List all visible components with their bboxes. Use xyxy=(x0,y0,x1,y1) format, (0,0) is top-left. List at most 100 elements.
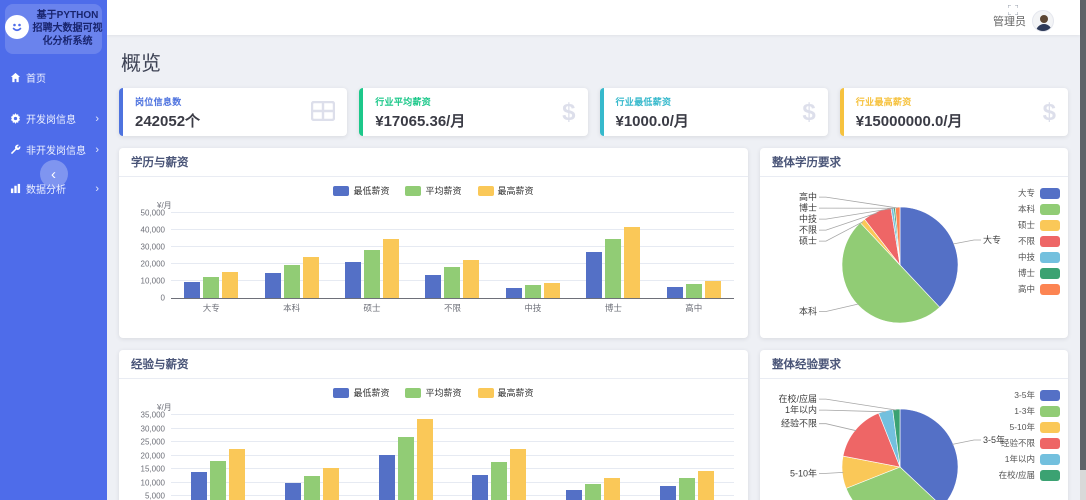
bar[interactable] xyxy=(398,437,414,500)
legend-item[interactable]: 大专 xyxy=(1018,187,1060,199)
legend-item[interactable]: 平均薪资 xyxy=(405,184,461,197)
bar[interactable] xyxy=(303,257,319,298)
legend-item[interactable]: 1-3年 xyxy=(1014,405,1060,417)
gear-icon xyxy=(8,113,22,125)
legend-item[interactable]: 硕士 xyxy=(1018,219,1060,231)
legend-item[interactable]: 平均薪资 xyxy=(405,386,461,399)
bar[interactable] xyxy=(698,471,714,500)
sidebar-item-label: 非开发岗信息 xyxy=(26,142,95,157)
bar[interactable] xyxy=(304,476,320,500)
sidebar-item-dev-jobs[interactable]: 开发岗信息 › xyxy=(0,103,107,134)
pie-label: 不限 xyxy=(799,225,817,235)
smiley-logo-icon xyxy=(5,15,29,39)
bar-group xyxy=(265,415,359,500)
legend-item[interactable]: 博士 xyxy=(1018,267,1060,279)
bar[interactable] xyxy=(222,272,238,298)
bar[interactable] xyxy=(667,287,683,298)
legend-item[interactable]: 最低薪资 xyxy=(333,184,389,197)
pie-label: 在校/应届 xyxy=(778,393,817,404)
legend-item[interactable]: 在校/应届 xyxy=(999,469,1060,481)
legend-item[interactable]: 不限 xyxy=(1018,235,1060,247)
bar[interactable] xyxy=(364,250,380,298)
legend-item[interactable]: 本科 xyxy=(1018,203,1060,215)
legend-item[interactable]: 最高薪资 xyxy=(478,386,534,399)
bar[interactable] xyxy=(604,478,620,500)
bar[interactable] xyxy=(686,284,702,298)
x-tick-label: 中技 xyxy=(493,302,573,314)
bar[interactable] xyxy=(229,449,245,500)
stat-card-label: 行业最低薪资 xyxy=(616,95,689,108)
bar-group xyxy=(251,213,331,298)
bar[interactable] xyxy=(284,265,300,298)
bar-group xyxy=(654,213,734,298)
bar-chart-icon xyxy=(8,183,22,195)
bar[interactable] xyxy=(624,227,640,298)
bar[interactable] xyxy=(184,282,200,298)
pie-label: 大专 xyxy=(983,234,1001,245)
legend-item[interactable]: 经验不限 xyxy=(1001,437,1060,449)
bar[interactable] xyxy=(566,490,582,500)
legend-item[interactable]: 3-5年 xyxy=(1014,389,1060,401)
bar[interactable] xyxy=(491,462,507,500)
stat-card-avg-salary: 行业平均薪资 ¥17065.36/月 $ xyxy=(359,88,587,136)
panel-title: 整体学历要求 xyxy=(760,148,1068,177)
scrollbar-thumb[interactable] xyxy=(1080,0,1086,470)
bar[interactable] xyxy=(585,484,601,500)
bar[interactable] xyxy=(383,239,399,299)
top-header: 管理员 xyxy=(107,0,1080,35)
user-menu[interactable]: 管理员 xyxy=(993,10,1054,32)
bar-group xyxy=(452,415,546,500)
x-tick-label: 硕士 xyxy=(332,302,412,314)
bar[interactable] xyxy=(679,478,695,500)
plot-area: 05,00010,00015,00020,00025,00030,00035,0… xyxy=(171,415,734,500)
app-logo: 基于PYTHON招聘大数据可视化分析系统 xyxy=(5,4,102,54)
bar[interactable] xyxy=(444,267,460,298)
bar[interactable] xyxy=(323,468,339,500)
bar[interactable] xyxy=(586,252,602,298)
bar[interactable] xyxy=(210,461,226,500)
bar[interactable] xyxy=(605,239,621,299)
legend-item[interactable]: 1年以内 xyxy=(1005,453,1060,465)
bar[interactable] xyxy=(660,486,676,500)
bar[interactable] xyxy=(379,455,395,500)
bar[interactable] xyxy=(525,285,541,298)
y-tick-label: 30,000 xyxy=(125,243,165,252)
bar[interactable] xyxy=(506,288,522,298)
panel-education-salary: 学历与薪资 最低薪资平均薪资最高薪资¥/月010,00020,00030,000… xyxy=(119,148,748,338)
legend-item[interactable]: 最高薪资 xyxy=(478,184,534,197)
legend-item[interactable]: 高中 xyxy=(1018,283,1060,295)
y-tick-label: 50,000 xyxy=(125,209,165,218)
bar[interactable] xyxy=(705,281,721,298)
bar-group xyxy=(493,213,573,298)
pie-chart-education: 大专本科硕士不限中技博士高中大专本科硕士不限中技博士高中 xyxy=(760,177,1068,338)
bar[interactable] xyxy=(191,472,207,500)
bar[interactable] xyxy=(463,260,479,298)
wrench-icon xyxy=(8,144,22,156)
bar[interactable] xyxy=(510,449,526,500)
bar-group xyxy=(171,213,251,298)
x-axis-labels: 大专本科硕士不限中技博士高中 xyxy=(171,302,734,314)
stat-cards-row: 岗位信息数 242052个 行业平均薪资 ¥17065.36/月 $ 行业最低薪… xyxy=(119,88,1068,136)
bar[interactable] xyxy=(285,483,301,500)
fullscreen-icon[interactable] xyxy=(1008,2,1018,20)
y-tick-label: 10,000 xyxy=(125,277,165,286)
legend-item[interactable]: 中技 xyxy=(1018,251,1060,263)
legend-item[interactable]: 最低薪资 xyxy=(333,386,389,399)
bar[interactable] xyxy=(544,283,560,298)
bar[interactable] xyxy=(345,262,361,298)
dollar-icon: $ xyxy=(1043,101,1056,125)
main-area: 管理员 概览 岗位信息数 242052个 行业平均薪资 ¥17065.36/月 xyxy=(107,0,1080,500)
sidebar-item-home[interactable]: 首页 xyxy=(0,62,107,93)
bar[interactable] xyxy=(417,419,433,500)
bar[interactable] xyxy=(425,275,441,298)
chart-legend: 大专本科硕士不限中技博士高中 xyxy=(1018,187,1060,295)
page-scrollbar[interactable] xyxy=(1080,0,1086,500)
bar-group xyxy=(412,213,492,298)
sidebar-collapse-button[interactable]: ‹ xyxy=(40,160,68,188)
x-tick-label: 不限 xyxy=(412,302,492,314)
bar[interactable] xyxy=(472,475,488,500)
sidebar: 基于PYTHON招聘大数据可视化分析系统 首页 开发岗信息 › 非开发岗信息 › xyxy=(0,0,107,500)
legend-item[interactable]: 5-10年 xyxy=(1009,421,1060,433)
bar[interactable] xyxy=(265,273,281,298)
bar[interactable] xyxy=(203,277,219,298)
